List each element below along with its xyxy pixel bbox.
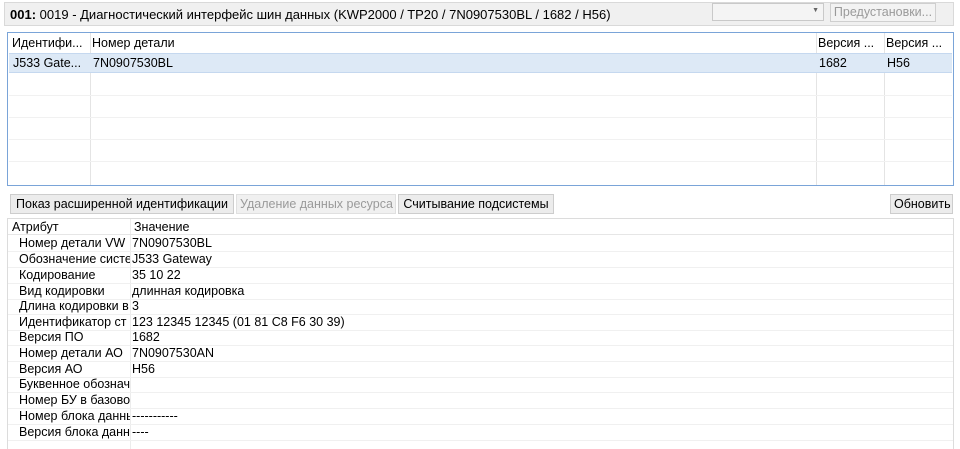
attribute-value: 3: [132, 299, 139, 313]
action-toolbar: Показ расширенной идентификации Удаление…: [10, 194, 955, 214]
column-header-attribute[interactable]: Атрибут: [12, 220, 59, 234]
column-header-version-2[interactable]: Версия ...: [882, 33, 952, 53]
delete-resource-data-button[interactable]: Удаление данных ресурса: [236, 194, 396, 214]
chevron-down-icon[interactable]: ▼: [812, 7, 819, 14]
attribute-row[interactable]: Обозначение системы J533 Gateway: [8, 252, 953, 268]
cell-software-version: 1682: [819, 56, 847, 70]
cell-part-number: 7N0907530BL: [93, 56, 173, 70]
attribute-name: Вид кодировки: [19, 284, 105, 298]
grid-line: [9, 95, 952, 96]
module-title: 001: 0019 - Диагностический интерфейс ши…: [10, 7, 611, 22]
attribute-name: Версия ПО: [19, 330, 84, 344]
attribute-value: -----------: [132, 409, 178, 423]
refresh-button[interactable]: Обновить: [890, 194, 953, 214]
attribute-panel: Атрибут Значение Номер детали VW 7N09075…: [7, 218, 954, 449]
attribute-row[interactable]: Идентификатор ст 123 12345 12345 (01 81 …: [8, 315, 953, 331]
attribute-value: H56: [132, 362, 155, 376]
grid-line: [9, 161, 952, 162]
extended-identification-button[interactable]: Показ расширенной идентификации: [10, 194, 234, 214]
attribute-name: Номер детали VW: [19, 236, 126, 250]
attribute-name: Длина кодировки в: [19, 299, 129, 313]
attribute-name: Номер БУ в базово: [19, 393, 130, 407]
grid-line: [9, 139, 952, 140]
column-header-part-number[interactable]: Номер детали: [88, 33, 814, 53]
grid-line: [9, 117, 952, 118]
attribute-value: 7N0907530BL: [132, 236, 212, 250]
attribute-row[interactable]: Буквенное обознач: [8, 377, 953, 393]
attribute-row[interactable]: Номер детали VW 7N0907530BL: [8, 236, 953, 252]
attribute-value: 7N0907530AN: [132, 346, 215, 360]
attribute-name: Номер детали АО: [19, 346, 123, 360]
attribute-row[interactable]: Версия АО H56: [8, 362, 953, 378]
module-address: 001:: [10, 7, 37, 22]
read-subsystems-button[interactable]: Считывание подсистемы: [398, 194, 554, 214]
module-table: Идентифи... Номер детали Версия ... Верс…: [7, 32, 954, 186]
column-header-value[interactable]: Значение: [134, 220, 189, 234]
attribute-name: Номер блока данных: [19, 409, 130, 423]
attribute-row[interactable]: Версия блока данных ----: [8, 425, 953, 441]
attribute-row[interactable]: Номер детали АО 7N0907530AN: [8, 346, 953, 362]
attribute-row[interactable]: Номер БУ в базово: [8, 393, 953, 409]
column-header-version[interactable]: Версия ...: [814, 33, 884, 53]
module-description: 0019 - Диагностический интерфейс шин дан…: [39, 7, 611, 22]
attribute-row[interactable]: Версия ПО 1682: [8, 330, 953, 346]
attribute-header: Атрибут Значение: [8, 219, 953, 235]
attribute-value: длинная кодировка: [132, 284, 245, 298]
presets-button[interactable]: Предустановки...: [830, 3, 936, 22]
attribute-row[interactable]: Номер блока данных -----------: [8, 409, 953, 425]
attribute-name: Версия АО: [19, 362, 83, 376]
attribute-row[interactable]: Вид кодировки длинная кодировка: [8, 284, 953, 300]
attribute-row[interactable]: Кодирование 35 10 22: [8, 268, 953, 284]
attribute-value: ----: [132, 425, 149, 439]
cell-identifier: J533 Gate...: [13, 56, 82, 70]
attribute-value: J533 Gateway: [132, 252, 212, 266]
attribute-name: Версия блока данных: [19, 425, 130, 439]
attribute-name: Идентификатор ст: [19, 315, 127, 329]
selector-combo[interactable]: ▼: [712, 3, 824, 21]
column-header-identifier[interactable]: Идентифи...: [8, 33, 90, 53]
attribute-name: Обозначение системы: [19, 252, 130, 266]
attribute-value: 123 12345 12345 (01 81 C8 F6 30 39): [132, 315, 345, 329]
cell-hardware-version: H56: [887, 56, 910, 70]
table-header: Идентифи... Номер детали Версия ... Верс…: [8, 33, 953, 53]
table-row[interactable]: J533 Gate... 7N0907530BL 1682 H56: [9, 53, 952, 73]
attribute-value: 35 10 22: [132, 268, 181, 282]
attribute-row[interactable]: Длина кодировки в 3: [8, 299, 953, 315]
attribute-name: Буквенное обознач: [19, 377, 130, 391]
attribute-name: Кодирование: [19, 268, 96, 282]
attribute-value: 1682: [132, 330, 160, 344]
